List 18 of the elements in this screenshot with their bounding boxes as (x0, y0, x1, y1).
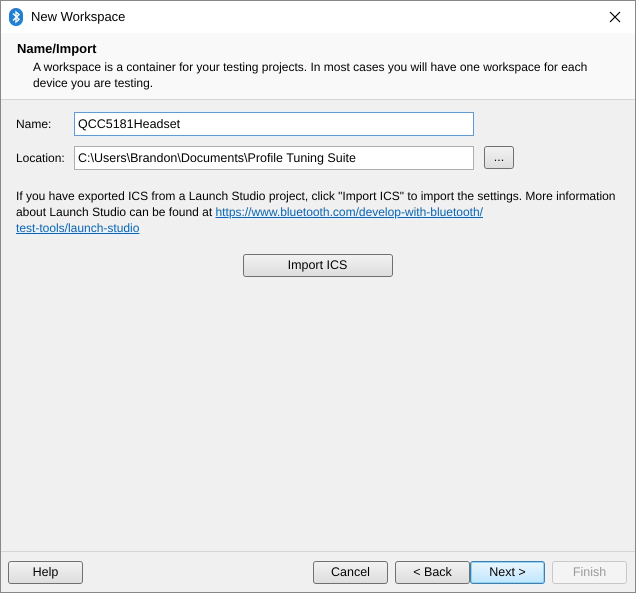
dialog-button[interactable]: Next > (470, 561, 545, 584)
dialog-button[interactable]: < Back (395, 561, 470, 584)
import-button[interactable]: Import ICS (242, 254, 392, 276)
bluetooth-icon (9, 8, 23, 26)
section-title: Name/Import (17, 40, 98, 58)
link[interactable]: test-tools/launch-studio (16, 220, 140, 234)
dialog-button[interactable]: Cancel (313, 561, 388, 584)
browse-button[interactable]: ... (484, 146, 514, 169)
info-paragraph: If you have exported ICS from a Launch Studio project, click "Import ICS" to import the settings. More information about Launch Studio can be found at https://www.bluetooth.com/develop-with-bluetooth/ test-tools/launch-studio (16, 188, 616, 236)
dialog-button[interactable]: Help (8, 561, 83, 584)
field-label: Name: (16, 116, 52, 132)
text-field[interactable]: QCC5181Headset (74, 112, 474, 136)
text-field[interactable]: C:\Users\Brandon\Documents\Profile Tuning Suite (74, 146, 474, 170)
field-label: Location: (16, 150, 66, 166)
section-description: A workspace is a container for your testing projects. In most cases you will have one workspace for each device you are testing. (32, 58, 588, 90)
close-icon[interactable] (609, 11, 621, 23)
link[interactable]: https://www.bluetooth.com/develop-with-bluetooth/ (216, 204, 483, 218)
window-title: New Workspace (31, 8, 126, 26)
